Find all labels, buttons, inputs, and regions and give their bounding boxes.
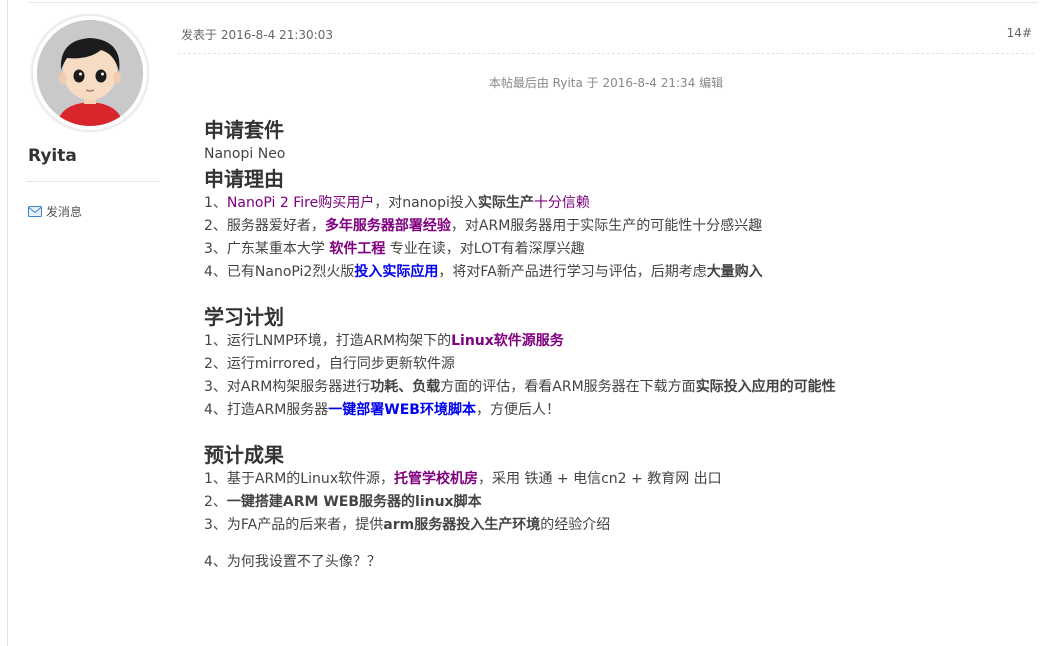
reason-4: 4、已有NanoPi2烈火版投入实际应用，将对FA新产品进行学习与评估，后期考虑… — [204, 261, 1024, 284]
avatar[interactable] — [31, 14, 149, 132]
reason-4-mid: ，将对FA新产品进行学习与评估，后期考虑 — [438, 264, 707, 280]
result-4: 4、为何我设置不了头像？？ — [204, 554, 381, 570]
result-1-text: 1、基于ARM的Linux软件源， — [204, 471, 395, 487]
sidebar-divider — [26, 181, 160, 182]
cartoon-boy-avatar-icon — [37, 20, 143, 126]
top-border — [28, 2, 1038, 3]
result-1-end: ，采用 铁通 + 电信cn2 + 教育网 出口 — [478, 471, 722, 487]
user-sidebar: Ryita 发消息 — [8, 0, 168, 646]
reason-2-end: ，对ARM服务器用于实际生产的可能性十分感兴趣 — [450, 218, 763, 234]
send-message-link[interactable]: 发消息 — [28, 203, 82, 220]
reason-3-bold: 软件工程 — [329, 241, 386, 257]
reason-3-text: 3、广东某重本大学 — [204, 241, 330, 257]
plan-1-text: 1、运行LNMP环境，打造ARM构架下的 — [204, 333, 452, 349]
reason-2-bold: 多年服务器部署经验 — [324, 218, 451, 234]
result-3-text: 3、为FA产品的后来者，提供 — [204, 517, 384, 533]
kit-value: Nanopi Neo — [204, 146, 286, 162]
section-title-kit: 申请套件 — [204, 118, 284, 142]
floor-number[interactable]: 14# — [1007, 26, 1032, 40]
plan-1: 1、运行LNMP环境，打造ARM构架下的Linux软件源服务 — [204, 330, 1024, 353]
reason-1: 1、NanoPi 2 Fire购买用户，对nanopi投入实际生产十分信赖 — [204, 192, 1024, 215]
section-title-reasons: 申请理由 — [204, 167, 284, 191]
plan-4-bold: 一键部署WEB环境脚本 — [328, 402, 476, 418]
plan-3-mid: 方面的评估，看看ARM服务器在下载方面 — [440, 379, 696, 395]
edit-note: 本帖最后由 Ryita 于 2016-8-4 21:34 编辑 — [488, 76, 724, 90]
reason-3: 3、广东某重本大学 软件工程 专业在读，对LOT有着深厚兴趣 — [204, 238, 1024, 261]
avatar-image — [37, 20, 143, 126]
plan-4: 4、打造ARM服务器一键部署WEB环境脚本，方便后人！ — [204, 399, 1024, 422]
plan-4-text: 4、打造ARM服务器 — [204, 402, 329, 418]
username[interactable]: Ryita — [28, 146, 77, 166]
send-message-label: 发消息 — [46, 205, 83, 219]
result-1-bold: 托管学校机房 — [394, 471, 479, 487]
reason-3-end: 专业在读，对LOT有着深厚兴趣 — [385, 241, 585, 257]
result-3-end: 的经验介绍 — [540, 517, 611, 533]
plan-3-bold-2: 实际投入应用的可能性 — [695, 379, 836, 395]
plan-3-bold-1: 功耗、负载 — [370, 379, 441, 395]
reason-1-end: 十分信赖 — [533, 195, 590, 211]
plan-4-end: ，方便后人！ — [475, 402, 560, 418]
result-3: 3、为FA产品的后来者，提供arm服务器投入生产环境的经验介绍 — [204, 514, 1024, 537]
result-2-text: 2、 — [204, 494, 227, 510]
result-3-bold: arm服务器投入生产环境 — [383, 517, 541, 533]
post-timestamp: 发表于 2016-8-4 21:30:03 — [181, 28, 333, 42]
result-1: 1、基于ARM的Linux软件源，托管学校机房，采用 铁通 + 电信cn2 + … — [204, 468, 1024, 491]
result-2: 2、一键搭建ARM WEB服务器的linux脚本 — [204, 491, 1024, 514]
plan-3: 3、对ARM构架服务器进行功耗、负载方面的评估，看看ARM服务器在下载方面实际投… — [204, 376, 1024, 399]
post-content: 申请套件 Nanopi Neo 申请理由 1、NanoPi 2 Fire购买用户… — [204, 117, 1024, 574]
reason-2-text: 2、服务器爱好者， — [204, 218, 325, 234]
reason-1-num: 1、 — [204, 195, 227, 211]
result-2-bold: 一键搭建ARM WEB服务器的linux脚本 — [226, 494, 482, 510]
reason-4-bold: 投入实际应用 — [354, 264, 439, 280]
reason-4-end: 大量购入 — [706, 264, 763, 280]
nanopi-fire-link[interactable]: NanoPi 2 Fire购买用户 — [227, 195, 374, 211]
plan-2: 2、运行mirrored，自行同步更新软件源 — [204, 356, 455, 372]
reason-1-bold: 实际生产 — [477, 195, 534, 211]
reason-1-text: ，对nanopi投入 — [374, 195, 478, 211]
plan-3-text: 3、对ARM构架服务器进行 — [204, 379, 371, 395]
header-divider — [178, 53, 1034, 54]
reason-2: 2、服务器爱好者，多年服务器部署经验，对ARM服务器用于实际生产的可能性十分感兴… — [204, 215, 1024, 238]
section-title-plan: 学习计划 — [204, 305, 284, 329]
section-title-results: 预计成果 — [204, 443, 284, 467]
plan-1-bold: Linux软件源服务 — [451, 333, 564, 349]
reason-4-text: 4、已有NanoPi2烈火版 — [204, 264, 355, 280]
mail-icon — [28, 206, 42, 217]
